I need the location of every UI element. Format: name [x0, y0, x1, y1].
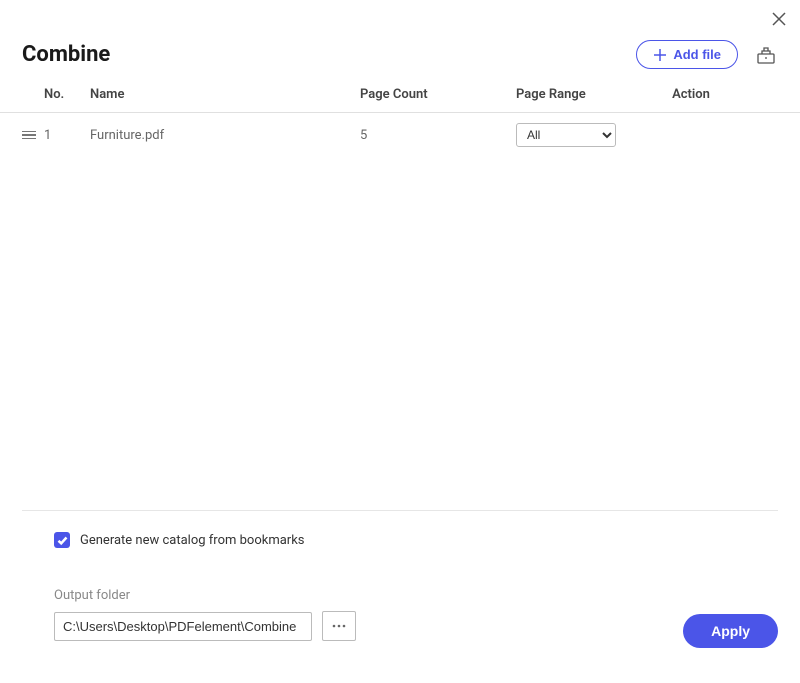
page-title: Combine: [22, 42, 110, 67]
divider: [22, 510, 778, 511]
header: Combine Add file: [0, 0, 800, 77]
output-folder-input[interactable]: [54, 612, 312, 641]
drag-handle[interactable]: [22, 131, 36, 140]
output-row: [54, 611, 778, 641]
footer: Generate new catalog from bookmarks Outp…: [22, 532, 778, 641]
add-file-button[interactable]: Add file: [636, 40, 738, 69]
col-header-action: Action: [646, 87, 736, 102]
settings-icon: [756, 45, 776, 65]
col-header-pagerange: Page Range: [516, 87, 646, 102]
settings-button[interactable]: [754, 43, 778, 67]
close-icon: [772, 12, 786, 26]
col-header-pagecount: Page Count: [360, 87, 516, 102]
table-header: No. Name Page Count Page Range Action: [0, 77, 800, 113]
output-folder-label: Output folder: [54, 588, 778, 603]
cell-name: Furniture.pdf: [90, 128, 360, 143]
add-file-label: Add file: [673, 47, 721, 62]
header-actions: Add file: [636, 40, 778, 69]
dots-icon: [331, 624, 347, 628]
table-row: 1 Furniture.pdf 5 All: [0, 113, 800, 157]
catalog-row: Generate new catalog from bookmarks: [54, 532, 778, 548]
catalog-checkbox[interactable]: [54, 532, 70, 548]
cell-no: 1: [44, 128, 90, 143]
check-icon: [57, 535, 68, 546]
col-header-no: No.: [44, 87, 90, 102]
apply-button[interactable]: Apply: [683, 614, 778, 648]
cell-pagecount: 5: [360, 128, 516, 143]
col-header-name: Name: [90, 87, 360, 102]
browse-button[interactable]: [322, 611, 356, 641]
page-range-select[interactable]: All: [516, 123, 616, 147]
drag-handle-cell: [22, 131, 44, 140]
cell-pagerange: All: [516, 123, 646, 147]
catalog-label: Generate new catalog from bookmarks: [80, 533, 305, 548]
close-button[interactable]: [770, 10, 788, 28]
plus-icon: [653, 48, 667, 62]
